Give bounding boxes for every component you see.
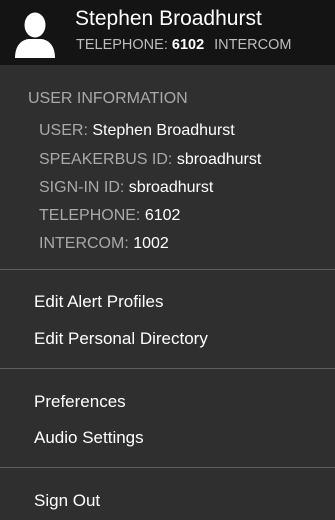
info-label: TELEPHONE: <box>39 207 141 224</box>
menu-divider <box>0 269 335 270</box>
menu-divider <box>0 467 335 468</box>
info-value: sbroadhurst <box>176 151 262 168</box>
header-user-name: Stephen Broadhurst <box>75 7 262 30</box>
menu-divider <box>0 368 335 369</box>
info-value: 6102 <box>144 207 181 224</box>
info-row-speakerbus-id: SPEAKERBUS ID: sbroadhurst <box>39 150 261 170</box>
header-telephone-value: 6102 <box>171 37 205 53</box>
edit-personal-directory-item[interactable]: Edit Personal Directory <box>34 328 208 350</box>
info-label: SIGN-IN ID: <box>39 179 125 196</box>
user-information-title: USER INFORMATION <box>28 90 188 107</box>
info-label: USER: <box>39 122 88 139</box>
user-dropdown-menu: USER INFORMATION USER: Stephen Broadhurs… <box>0 65 335 520</box>
header-phone-line: TELEPHONE: 6102 INTERCOM <box>76 35 292 55</box>
info-value: 1002 <box>133 235 169 252</box>
info-value: Stephen Broadhurst <box>92 122 235 139</box>
info-row-user: USER: Stephen Broadhurst <box>39 121 235 141</box>
sign-out-item[interactable]: Sign Out <box>34 490 100 512</box>
header-telephone-label: TELEPHONE: <box>76 37 168 53</box>
user-silhouette-icon <box>15 12 55 58</box>
info-value: sbroadhurst <box>128 179 214 196</box>
info-label: SPEAKERBUS ID: <box>39 151 173 168</box>
preferences-item[interactable]: Preferences <box>34 391 126 413</box>
header-intercom-label: INTERCOM <box>214 37 292 53</box>
info-row-telephone: TELEPHONE: 6102 <box>39 206 180 226</box>
info-label: INTERCOM: <box>39 235 129 252</box>
user-header[interactable]: Stephen Broadhurst TELEPHONE: 6102 INTERC… <box>0 0 335 65</box>
info-row-sign-in-id: SIGN-IN ID: sbroadhurst <box>39 178 213 198</box>
edit-alert-profiles-item[interactable]: Edit Alert Profiles <box>34 291 163 313</box>
info-row-intercom: INTERCOM: 1002 <box>39 234 169 254</box>
audio-settings-item[interactable]: Audio Settings <box>34 427 144 449</box>
